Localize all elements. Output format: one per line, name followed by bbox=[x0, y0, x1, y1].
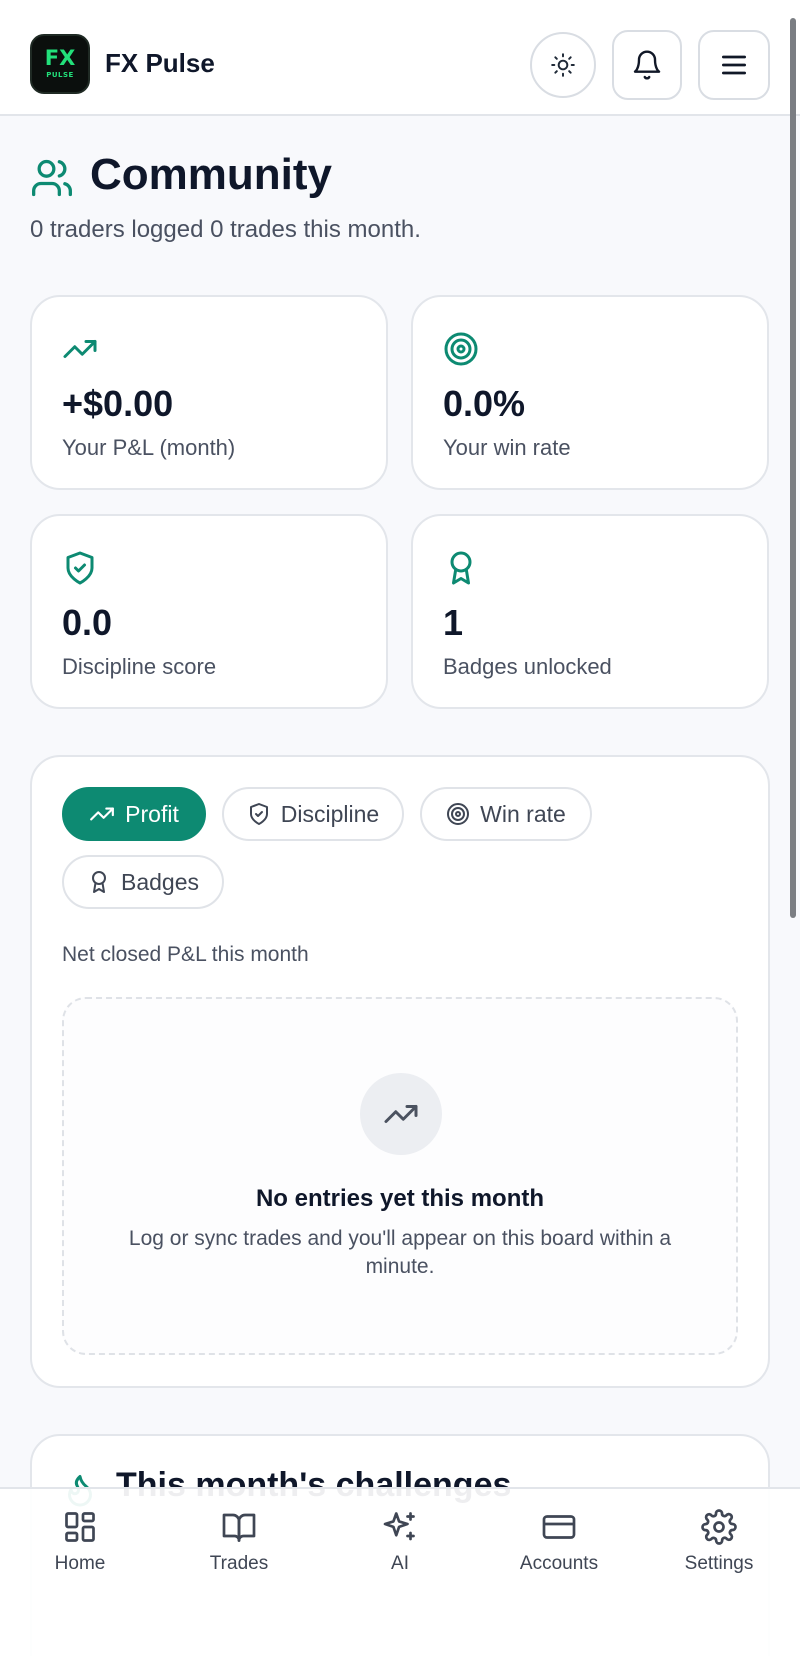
nav-label: Home bbox=[54, 1553, 106, 1574]
leaderboard-caption: Net closed P&L this month bbox=[62, 943, 309, 966]
page-subtitle: 0 traders logged 0 trades this month. bbox=[30, 216, 421, 243]
empty-state-text: Log or sync trades and you'll appear on … bbox=[128, 1227, 672, 1278]
app-logo[interactable]: FX PULSE bbox=[30, 34, 90, 94]
menu-button[interactable] bbox=[698, 30, 770, 100]
hamburger-icon bbox=[722, 55, 746, 75]
sun-icon bbox=[551, 53, 575, 77]
theme-toggle-button[interactable] bbox=[530, 32, 596, 98]
stat-card-discipline: 0.0 Discipline score bbox=[30, 514, 388, 709]
trending-up-icon bbox=[63, 340, 97, 358]
award-icon bbox=[91, 871, 106, 893]
empty-state-title: No entries yet this month bbox=[255, 1185, 545, 1212]
users-icon bbox=[32, 159, 72, 197]
trending-up-icon bbox=[90, 807, 115, 821]
stat-card-win-rate: 0.0% Your win rate bbox=[411, 295, 769, 490]
book-icon bbox=[222, 1513, 256, 1542]
empty-state: No entries yet this month Log or sync tr… bbox=[62, 997, 738, 1355]
tab-win-rate[interactable]: Win rate bbox=[420, 787, 592, 841]
leaderboard-panel: Profit Discipline Win rate Badges Net cl… bbox=[30, 755, 770, 1388]
nav-home[interactable]: Home bbox=[10, 1509, 150, 1593]
nav-label: Settings bbox=[684, 1553, 754, 1574]
grid-icon bbox=[65, 1512, 95, 1542]
stat-value: 0.0 bbox=[62, 602, 113, 643]
award-icon bbox=[450, 551, 472, 585]
nav-label: Trades bbox=[209, 1553, 269, 1574]
nav-settings[interactable]: Settings bbox=[649, 1509, 789, 1593]
scrollbar[interactable] bbox=[790, 18, 796, 918]
stat-value: +$0.00 bbox=[62, 383, 174, 424]
shield-check-icon bbox=[249, 803, 268, 825]
tab-label: Profit bbox=[125, 800, 179, 827]
bottom-nav: Home Trades AI Accounts Settings bbox=[0, 1487, 800, 1656]
stat-value: 1 bbox=[443, 602, 464, 643]
stat-label: Badges unlocked bbox=[443, 654, 612, 679]
empty-state-icon-wrap bbox=[360, 1073, 442, 1155]
bell-icon bbox=[633, 50, 661, 80]
sparkles-icon bbox=[383, 1512, 415, 1541]
stat-card-pnl: +$0.00 Your P&L (month) bbox=[30, 295, 388, 490]
trending-up-icon bbox=[384, 1105, 418, 1123]
nav-ai[interactable]: AI bbox=[330, 1509, 470, 1593]
nav-accounts[interactable]: Accounts bbox=[489, 1509, 629, 1593]
target-icon bbox=[447, 803, 470, 825]
target-icon bbox=[444, 332, 478, 366]
tab-label: Discipline bbox=[280, 800, 380, 827]
tab-label: Badges bbox=[120, 868, 199, 895]
stat-label: Your P&L (month) bbox=[62, 435, 236, 460]
tab-badges[interactable]: Badges bbox=[62, 855, 224, 909]
credit-card-icon bbox=[542, 1515, 576, 1539]
nav-label: AI bbox=[391, 1553, 409, 1574]
stat-label: Discipline score bbox=[62, 654, 217, 679]
shield-check-icon bbox=[66, 551, 94, 585]
app-header: FX PULSE FX Pulse bbox=[0, 0, 800, 116]
stat-label: Your win rate bbox=[443, 435, 571, 460]
tab-discipline[interactable]: Discipline bbox=[222, 787, 404, 841]
tab-profit[interactable]: Profit bbox=[62, 787, 206, 841]
logo-text: FX bbox=[44, 46, 76, 70]
nav-label: Accounts bbox=[519, 1553, 599, 1574]
page-title: Community bbox=[90, 150, 332, 199]
gear-icon bbox=[701, 1509, 737, 1545]
logo-subtext: PULSE bbox=[46, 71, 74, 79]
app-title: FX Pulse bbox=[105, 48, 215, 78]
tab-label: Win rate bbox=[480, 800, 566, 827]
notifications-button[interactable] bbox=[612, 30, 682, 100]
stat-value: 0.0% bbox=[443, 383, 526, 424]
stat-card-badges: 1 Badges unlocked bbox=[411, 514, 769, 709]
nav-trades[interactable]: Trades bbox=[169, 1509, 309, 1593]
